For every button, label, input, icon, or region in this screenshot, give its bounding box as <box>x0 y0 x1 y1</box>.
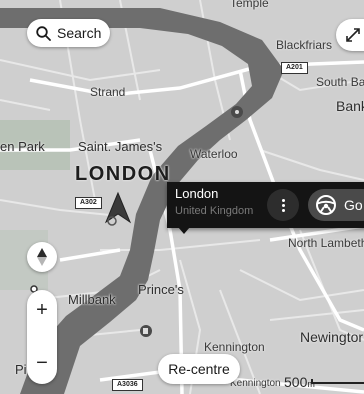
map-label-millbank: Millbank <box>68 292 116 307</box>
map-label-strand: Strand <box>90 85 126 99</box>
popup-pointer <box>178 227 190 234</box>
popup-title: London <box>175 186 219 201</box>
map-label-north-lambeth: North Lambeth <box>288 236 364 250</box>
expand-icon <box>346 28 360 42</box>
map-label-princes: Prince's <box>138 282 184 297</box>
map-label-saint-james: Saint. James's <box>78 139 163 154</box>
map-label-kennington: Kennington <box>204 340 265 354</box>
scale-bar <box>311 379 364 384</box>
go-button[interactable]: Go <box>308 189 364 221</box>
compass-button[interactable] <box>27 242 57 272</box>
expand-map-button[interactable] <box>336 19 364 51</box>
road-shield-a3036: A3036 <box>112 379 143 391</box>
zoom-control: + − <box>27 290 57 384</box>
popup-subtitle: United Kingdom <box>175 205 254 217</box>
search-button[interactable]: Search <box>27 19 110 47</box>
road-shield-a302: A302 <box>75 197 102 209</box>
steering-wheel-icon <box>316 195 336 215</box>
more-options-button[interactable] <box>267 189 299 221</box>
scale-value: 500 <box>284 374 308 390</box>
map-label-waterloo: Waterloo <box>190 147 238 161</box>
location-popup[interactable]: London United Kingdom Go <box>167 182 364 228</box>
map-label-kennington-small: Kennington <box>230 378 281 389</box>
search-label: Search <box>57 25 102 41</box>
map-label-newington: Newingtor <box>300 329 364 345</box>
search-icon <box>36 25 51 41</box>
recentre-button[interactable]: Re-centre <box>158 354 240 384</box>
map-label-temple: Temple <box>230 0 269 10</box>
go-label: Go <box>344 197 363 213</box>
zoom-out-button[interactable]: − <box>27 353 57 373</box>
map-label-london: LONDON <box>75 163 171 185</box>
zoom-in-button[interactable]: + <box>27 300 57 320</box>
map-label-south-bank: South Bar <box>316 75 364 89</box>
road-shield-a201: A201 <box>281 62 308 74</box>
map-label-bank: Bank <box>336 98 364 114</box>
more-icon <box>282 199 285 202</box>
map-label-green-park: en Park <box>0 139 45 154</box>
map-view[interactable]: Temple Blackfriars Strand South Bar Bank… <box>0 0 364 394</box>
map-label-blackfriars: Blackfriars <box>276 38 333 52</box>
map-label-pimlico: Pi <box>15 362 27 377</box>
compass-icon <box>37 248 47 266</box>
